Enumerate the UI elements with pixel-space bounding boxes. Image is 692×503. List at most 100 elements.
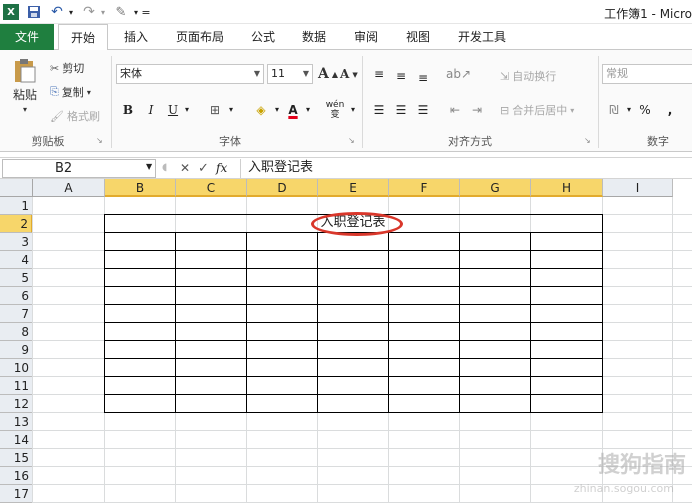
merge-center-button[interactable]: ⊟ 合并后居中 ▾ (500, 102, 574, 118)
align-top-icon[interactable]: ≡ (370, 64, 388, 84)
align-middle-icon[interactable]: ≡ (392, 66, 410, 86)
row-header-14[interactable]: 14 (0, 431, 33, 449)
underline-button[interactable]: U (165, 100, 181, 120)
tab-review[interactable]: 审阅 (346, 24, 386, 50)
tab-insert[interactable]: 插入 (116, 24, 156, 50)
row-header-6[interactable]: 6 (0, 287, 33, 305)
customize-qat-icon[interactable]: = (141, 4, 151, 20)
row-header-15[interactable]: 15 (0, 449, 33, 467)
tab-view[interactable]: 视图 (398, 24, 438, 50)
name-box-dropdown-icon[interactable]: ▼ (146, 162, 152, 171)
phonetic-top: wén (325, 100, 345, 110)
copy-icon: ⎘ (50, 85, 59, 98)
cut-button[interactable]: ✂ 剪切 (50, 60, 84, 76)
underline-dropdown-icon[interactable]: ▾ (182, 100, 192, 120)
undo-dropdown-icon[interactable]: ▾ (66, 4, 76, 20)
row-header-10[interactable]: 10 (0, 359, 33, 377)
excel-icon[interactable]: X (3, 4, 19, 20)
font-color-icon[interactable]: A (284, 100, 302, 120)
comma-button[interactable]: , (664, 100, 676, 120)
clipboard-launcher-icon[interactable]: ↘ (96, 136, 103, 145)
align-center-icon[interactable]: ☰ (392, 100, 410, 120)
format-painter-button[interactable]: 🖌 格式刷 (50, 108, 100, 124)
insert-function-icon[interactable]: fx (216, 159, 236, 178)
row-header-8[interactable]: 8 (0, 323, 33, 341)
font-size-combo[interactable]: 11 ▼ (267, 64, 313, 84)
tab-data[interactable]: 数据 (294, 24, 334, 50)
formula-input[interactable]: 入职登记表 (240, 159, 692, 178)
currency-dropdown-icon[interactable]: ▾ (624, 100, 634, 120)
row-header-13[interactable]: 13 (0, 413, 33, 431)
wrap-text-button[interactable]: ⇲ 自动换行 (500, 68, 556, 84)
row-header-2[interactable]: 2 (0, 215, 33, 233)
name-box[interactable]: B2 (2, 159, 156, 178)
column-header-f[interactable]: F (389, 179, 460, 197)
row-header-9[interactable]: 9 (0, 341, 33, 359)
increase-indent-icon[interactable]: ⇥ (468, 100, 486, 120)
qat-dropdown-icon[interactable]: ▾ (131, 4, 141, 20)
formula-bar: B2 ▼ ◖ ✕ ✓ fx 入职登记表 (0, 157, 692, 179)
phonetic-dropdown-icon[interactable]: ▾ (348, 100, 358, 120)
grow-font-button[interactable]: A ▲ (318, 66, 338, 82)
decrease-indent-icon[interactable]: ⇤ (446, 100, 464, 120)
currency-icon[interactable]: ₪ (604, 100, 624, 120)
phonetic-button[interactable]: wén 变 (322, 100, 348, 120)
column-header-e[interactable]: E (318, 179, 389, 197)
column-header-d[interactable]: D (247, 179, 318, 197)
row-header-5[interactable]: 5 (0, 269, 33, 287)
bold-button[interactable]: B (120, 100, 136, 120)
enter-icon[interactable]: ✓ (198, 159, 212, 178)
column-header-i[interactable]: I (603, 179, 673, 197)
row-header-3[interactable]: 3 (0, 233, 33, 251)
fill-color-icon[interactable]: ◈ (251, 100, 271, 120)
fill-dropdown-icon[interactable]: ▾ (272, 100, 282, 120)
row-header-16[interactable]: 16 (0, 467, 33, 485)
orientation-icon[interactable]: ab↗ (446, 64, 471, 84)
tab-page-layout[interactable]: 页面布局 (168, 24, 232, 50)
paste-button[interactable]: 粘贴 ▾ (8, 58, 42, 114)
borders-icon[interactable]: ⊞ (205, 100, 225, 120)
gridline (32, 197, 33, 503)
copy-button[interactable]: ⎘ 复制 ▾ (50, 84, 91, 100)
column-header-b[interactable]: B (105, 179, 176, 197)
tab-formulas[interactable]: 公式 (243, 24, 283, 50)
tab-home[interactable]: 开始 (58, 24, 108, 51)
worksheet-grid[interactable]: ABCDEFGHI 1 2 3 4 5 6 7 8 9 10 11 12 13 14 15 16 17 入职登记… (0, 179, 692, 503)
table-border (104, 322, 603, 323)
table-border (317, 232, 318, 413)
align-right-icon[interactable]: ☰ (414, 100, 432, 120)
column-header-a[interactable]: A (33, 179, 105, 197)
column-header-h[interactable]: H (531, 179, 603, 197)
save-icon[interactable] (26, 4, 42, 20)
row-header-1[interactable]: 1 (0, 197, 33, 215)
percent-button[interactable]: % (638, 100, 652, 120)
column-header-c[interactable]: C (176, 179, 247, 197)
column-header-g[interactable]: G (460, 179, 531, 197)
italic-button[interactable]: I (143, 100, 159, 120)
row-header-4[interactable]: 4 (0, 251, 33, 269)
font-color-dropdown-icon[interactable]: ▾ (303, 100, 313, 120)
row-header-7[interactable]: 7 (0, 305, 33, 323)
borders-dropdown-icon[interactable]: ▾ (226, 100, 236, 120)
font-launcher-icon[interactable]: ↘ (348, 136, 355, 145)
number-format-combo[interactable]: 常规 (602, 64, 692, 84)
tab-developer[interactable]: 开发工具 (450, 24, 514, 50)
shrink-font-button[interactable]: A ▼ (340, 67, 358, 81)
row-header-12[interactable]: 12 (0, 395, 33, 413)
align-bottom-icon[interactable]: ≡ (414, 68, 432, 88)
select-all-corner[interactable] (0, 179, 33, 197)
alignment-launcher-icon[interactable]: ↘ (584, 136, 591, 145)
row-header-17[interactable]: 17 (0, 485, 33, 503)
tab-file[interactable]: 文件 (0, 24, 54, 50)
font-name-combo[interactable]: 宋体 ▼ (116, 64, 264, 84)
row-header-11[interactable]: 11 (0, 377, 33, 395)
redo-icon[interactable]: ↷ (80, 4, 98, 20)
cancel-icon[interactable]: ✕ (180, 159, 194, 178)
alignment-group-label: 对齐方式 (448, 135, 492, 148)
gridline (33, 430, 692, 431)
format-brush-icon[interactable]: ✎ (112, 4, 130, 20)
undo-icon[interactable]: ↶ (48, 4, 66, 20)
redo-dropdown-icon[interactable]: ▾ (98, 4, 108, 20)
align-left-icon[interactable]: ☰ (370, 100, 388, 120)
window-title: 工作簿1 - Micro (604, 7, 692, 21)
